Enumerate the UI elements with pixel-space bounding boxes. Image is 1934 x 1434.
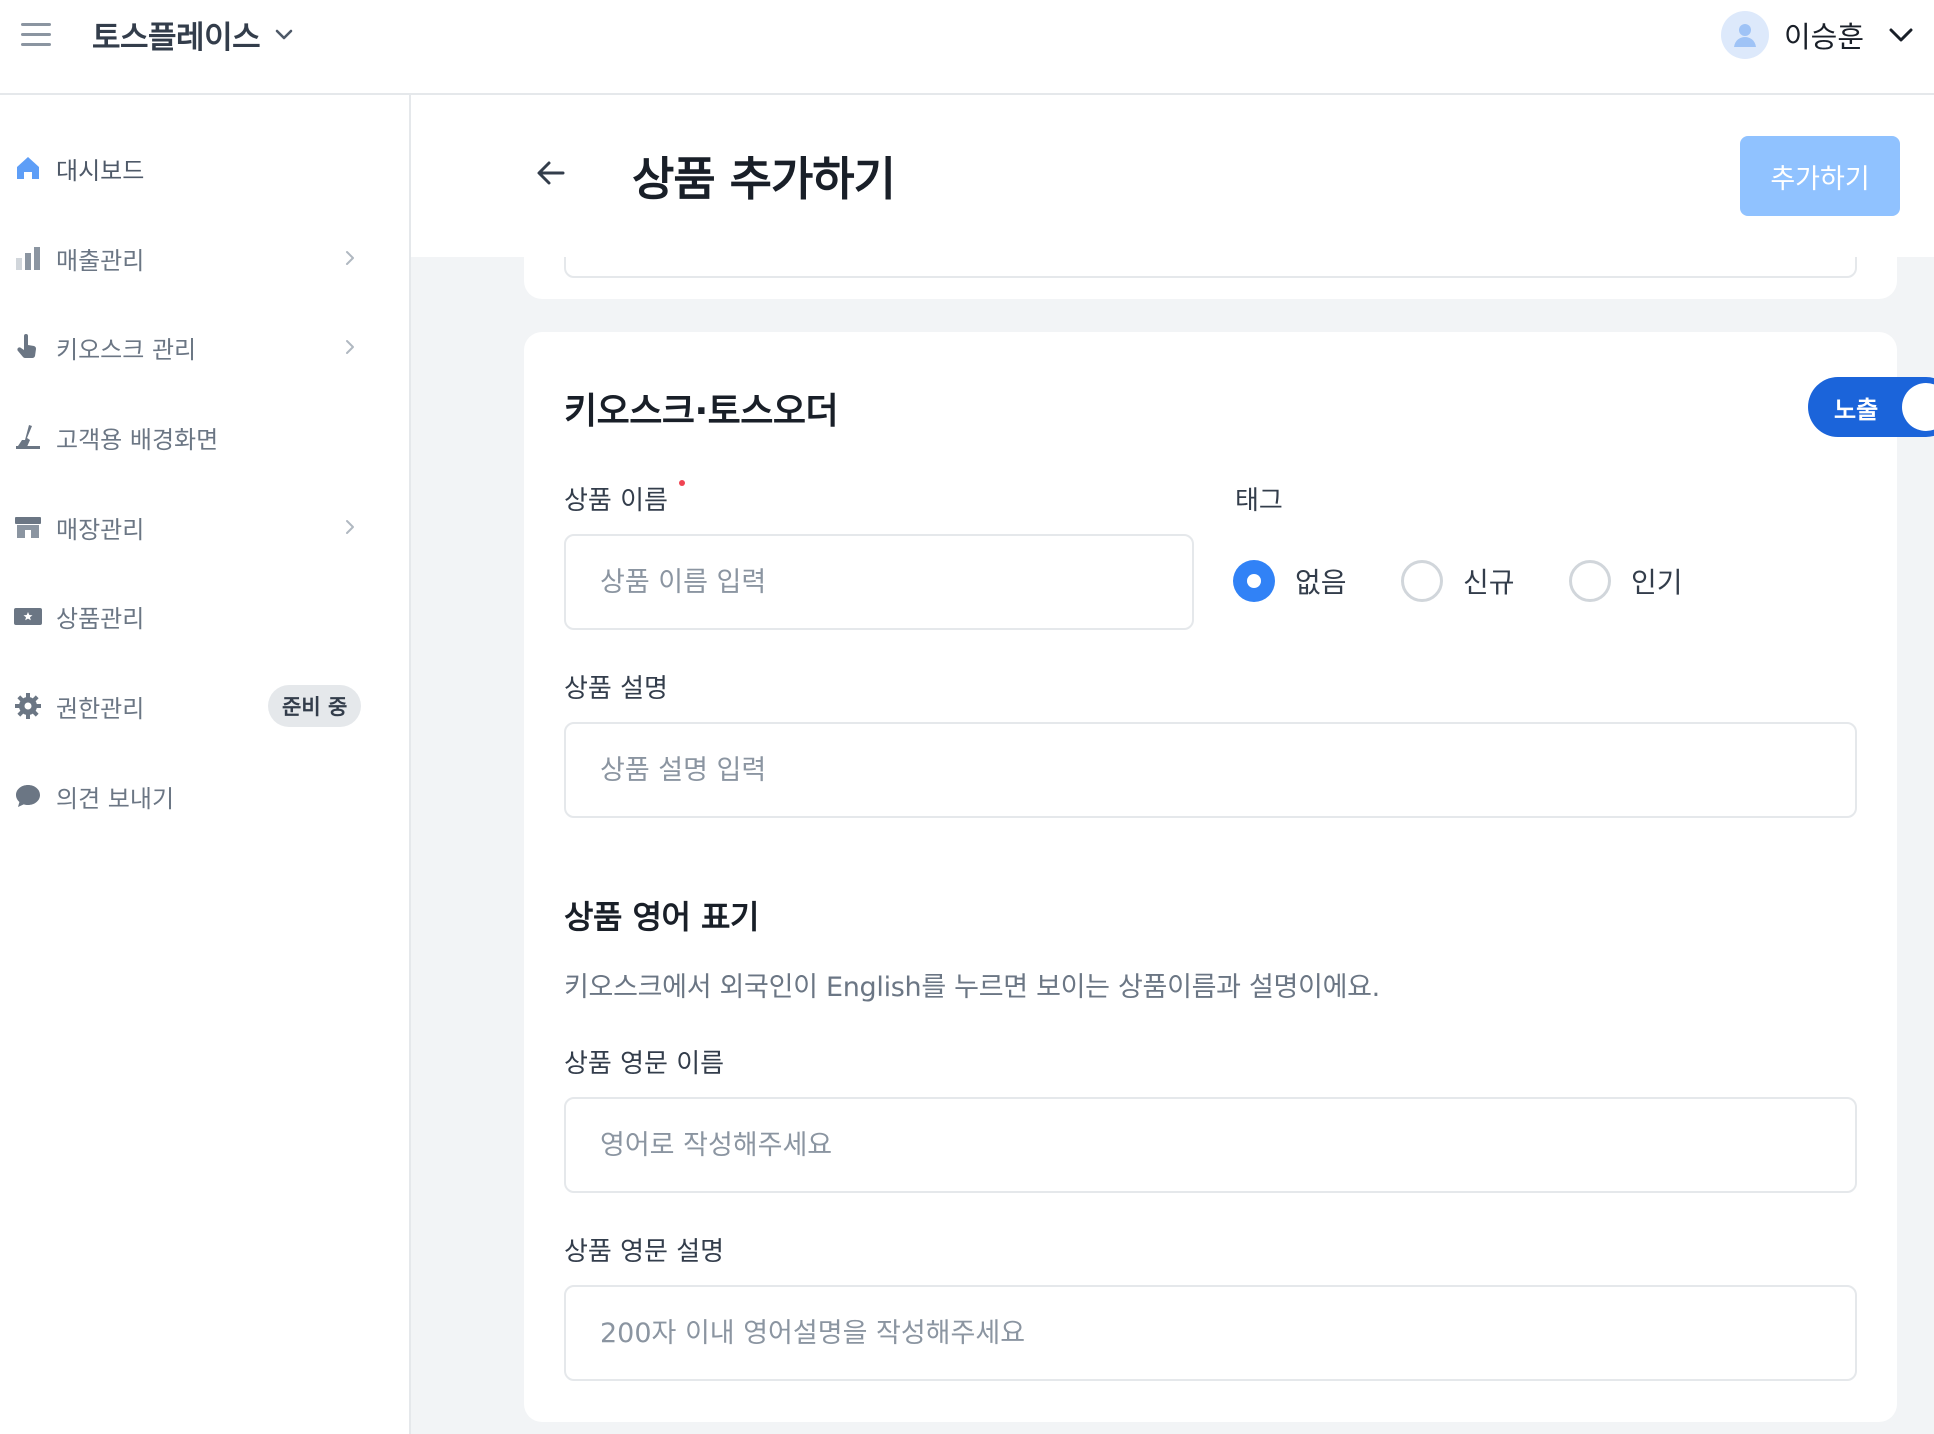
chevron-down-icon [1889, 28, 1913, 42]
sidebar-item-feedback[interactable]: 의견 보내기 [0, 766, 380, 826]
status-badge: 준비 중 [268, 685, 362, 727]
home-icon [13, 153, 43, 183]
user-name: 이승훈 [1783, 20, 1864, 54]
sidebar-item-label: 권한관리 [56, 694, 145, 723]
radio-label: 없음 [1295, 566, 1347, 599]
english-description-label: 상품 영문 설명 [564, 1237, 725, 1267]
workspace-name: 토스플레이스 [92, 19, 261, 56]
kiosk-section-card: 키오스크·토스오더 노출 상품 이름 태그 없음 신규 인기 상품 설명 상품 … [524, 332, 1934, 1422]
sidebar-item-customer-wallpaper[interactable]: 고객용 배경화면 [0, 407, 380, 467]
sidebar-item-dashboard[interactable]: 대시보드 [0, 138, 380, 198]
sidebar-item-sales[interactable]: 매출관리 [0, 228, 380, 288]
user-icon [1733, 24, 1756, 47]
english-description-input[interactable] [564, 1285, 1857, 1381]
radio-label: 신규 [1463, 566, 1515, 599]
tag-radio-none[interactable]: 없음 [1233, 559, 1347, 603]
tag-label: 태그 [1235, 486, 1283, 516]
required-indicator [679, 480, 685, 486]
english-name-label: 상품 영문 이름 [564, 1049, 725, 1079]
product-name-input[interactable] [564, 534, 1194, 630]
add-button[interactable]: 추가하기 [1740, 136, 1900, 216]
tag-radio-new[interactable]: 신규 [1401, 559, 1515, 603]
back-arrow-icon[interactable] [533, 155, 569, 191]
english-name-input[interactable] [564, 1097, 1857, 1193]
chevron-right-icon [346, 251, 354, 265]
bar-chart-icon [13, 243, 43, 273]
sidebar-item-products[interactable]: 상품관리 [0, 586, 380, 646]
radio-label: 인기 [1631, 566, 1683, 599]
sidebar-item-label: 키오스크 관리 [56, 335, 197, 364]
sidebar-item-label: 의견 보내기 [56, 784, 175, 813]
page-title: 상품 추가하기 [632, 152, 896, 206]
sidebar-item-kiosk[interactable]: 키오스크 관리 [0, 317, 380, 377]
toggle-label: 노출 [1834, 396, 1879, 424]
product-description-input[interactable] [564, 722, 1857, 818]
avatar [1720, 11, 1769, 59]
top-bar: 토스플레이스 이승훈 [0, 0, 1934, 95]
user-menu[interactable]: 이승훈 [1720, 10, 1916, 60]
sidebar-item-label: 매출관리 [56, 246, 145, 275]
workspace-switcher[interactable]: 토스플레이스 [92, 12, 296, 56]
english-section-description: 키오스크에서 외국인이 English를 누르면 보이는 상품이름과 설명이에요… [564, 972, 1380, 1003]
section-title: 키오스크·토스오더 [564, 391, 839, 432]
chat-bubble-icon [13, 781, 43, 811]
store-icon [13, 512, 43, 542]
ticket-icon [13, 601, 43, 631]
radio-button[interactable] [1233, 560, 1275, 602]
main-content: 상품 추가하기 추가하기 키오스크·토스오더 노출 상품 이름 태그 없음 신규… [411, 95, 1934, 1434]
chevron-right-icon [346, 520, 354, 534]
chevron-right-icon [346, 340, 354, 354]
sidebar: 대시보드 매출관리 키오스크 관리 고객용 배경화면 매장관리 상품관리 권한관… [0, 95, 411, 1434]
sidebar-item-label: 매장관리 [56, 515, 145, 544]
sidebar-item-label: 상품관리 [56, 604, 145, 633]
menu-icon[interactable] [18, 18, 54, 52]
radio-button[interactable] [1401, 560, 1443, 602]
pointer-hand-icon [13, 332, 43, 362]
radio-button[interactable] [1569, 560, 1611, 602]
product-name-label: 상품 이름 [564, 486, 668, 516]
product-description-label: 상품 설명 [564, 674, 668, 704]
english-section-title: 상품 영어 표기 [564, 898, 759, 936]
sidebar-item-label: 대시보드 [56, 156, 145, 185]
brush-icon [13, 422, 43, 452]
page-header: 상품 추가하기 추가하기 [411, 95, 1934, 257]
tag-radio-popular[interactable]: 인기 [1569, 559, 1683, 603]
toggle-knob [1902, 383, 1934, 431]
sidebar-item-store[interactable]: 매장관리 [0, 497, 380, 557]
chevron-down-icon [275, 29, 293, 40]
visibility-toggle[interactable]: 노출 [1808, 377, 1934, 437]
sidebar-item-label: 고객용 배경화면 [56, 425, 219, 454]
sidebar-item-permissions[interactable]: 권한관리 준비 중 [0, 676, 380, 736]
gear-icon [13, 691, 43, 721]
